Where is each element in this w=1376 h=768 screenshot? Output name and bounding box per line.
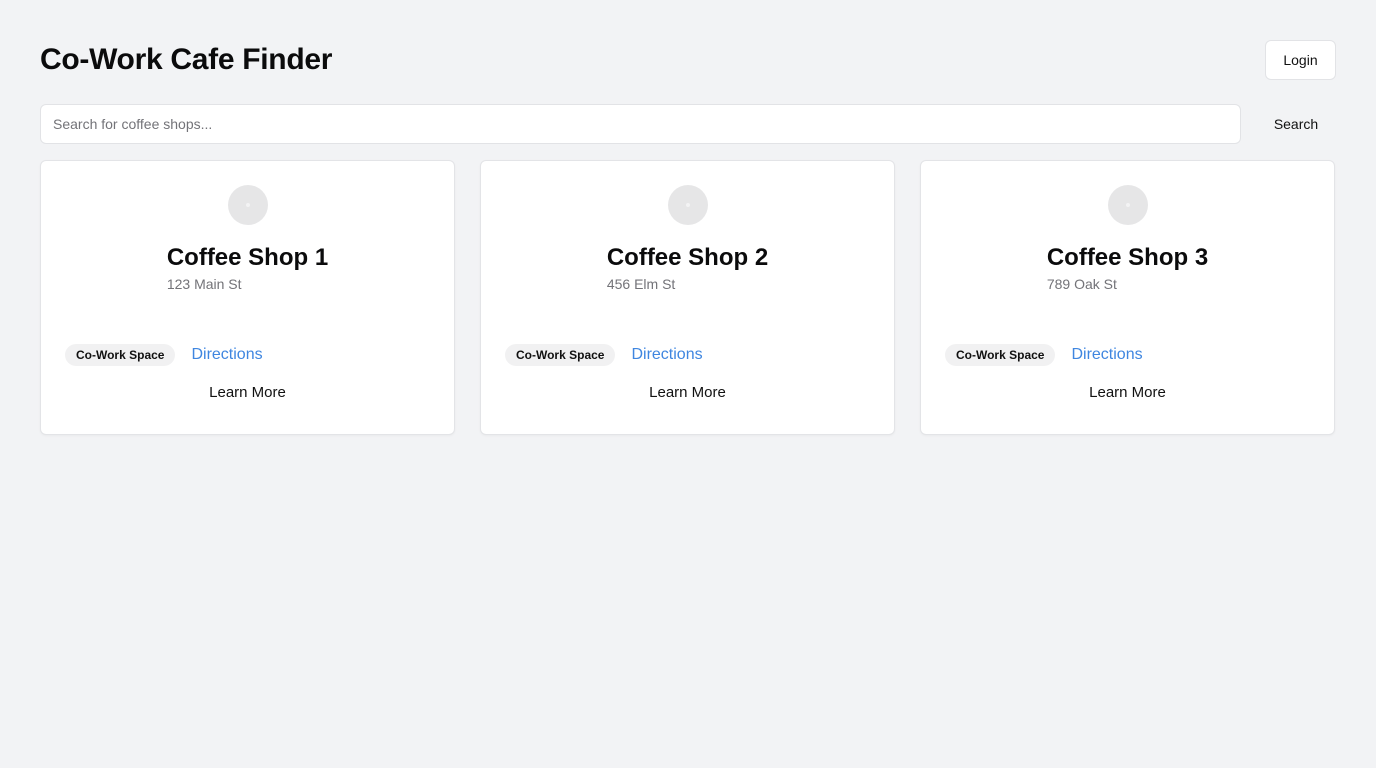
directions-link[interactable]: Directions	[1071, 346, 1142, 364]
coffee-shop-card: Coffee Shop 1 123 Main St Co-Work Space …	[40, 160, 455, 435]
coffee-shop-list: Coffee Shop 1 123 Main St Co-Work Space …	[40, 160, 1336, 435]
learn-more-button[interactable]: Learn More	[481, 381, 894, 405]
login-button[interactable]: Login	[1265, 40, 1336, 80]
app-root: Co-Work Cafe Finder Login Search Coffee …	[0, 0, 1376, 768]
search-input[interactable]	[40, 104, 1241, 144]
search-button[interactable]: Search	[1256, 104, 1336, 144]
shop-name: Coffee Shop 1	[166, 244, 329, 271]
shop-name: Coffee Shop 2	[606, 244, 769, 271]
image-placeholder-icon	[668, 185, 708, 225]
shop-address: 789 Oak St	[1046, 276, 1117, 292]
co-work-badge: Co-Work Space	[65, 344, 176, 366]
coffee-shop-card: Coffee Shop 3 789 Oak St Co-Work Space D…	[920, 160, 1335, 435]
learn-more-button[interactable]: Learn More	[41, 381, 454, 405]
co-work-badge: Co-Work Space	[945, 344, 1056, 366]
coffee-shop-card: Coffee Shop 2 456 Elm St Co-Work Space D…	[480, 160, 895, 435]
directions-link[interactable]: Directions	[631, 346, 702, 364]
learn-more-button[interactable]: Learn More	[921, 381, 1334, 405]
shop-address: 456 Elm St	[606, 276, 676, 292]
shop-name: Coffee Shop 3	[1046, 244, 1209, 271]
directions-link[interactable]: Directions	[191, 346, 262, 364]
shop-address: 123 Main St	[166, 276, 242, 292]
page-header: Co-Work Cafe Finder Login	[40, 40, 1336, 80]
image-placeholder-icon	[228, 185, 268, 225]
search-bar: Search	[40, 104, 1336, 144]
image-placeholder-icon	[1108, 185, 1148, 225]
co-work-badge: Co-Work Space	[505, 344, 616, 366]
page-title: Co-Work Cafe Finder	[40, 43, 333, 76]
